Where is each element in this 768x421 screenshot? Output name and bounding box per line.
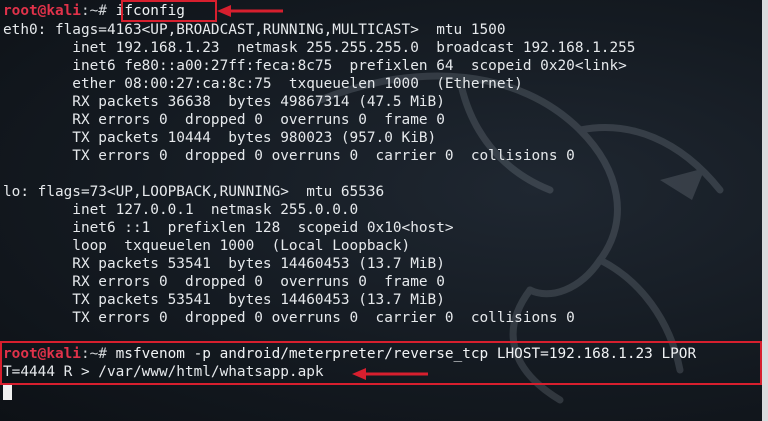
output-line: RX packets 36638 bytes 49867314 (47.5 Mi…: [3, 94, 445, 110]
output-line: TX packets 10444 bytes 980023 (957.0 KiB…: [3, 130, 437, 146]
red-arrow-icon: [352, 368, 428, 380]
output-line: RX errors 0 dropped 0 overruns 0 frame 0: [3, 112, 445, 128]
output-line: lo: flags=73<UP,LOOPBACK,RUNNING> mtu 65…: [3, 184, 385, 200]
output-line: inet6 ::1 prefixlen 128 scopeid 0x10<hos…: [3, 220, 454, 236]
output-line: inet 192.168.1.23 netmask 255.255.255.0 …: [3, 40, 636, 56]
window-edge: [762, 0, 768, 421]
output-line: TX errors 0 dropped 0 overruns 0 carrier…: [3, 148, 575, 164]
output-line: inet 127.0.0.1 netmask 255.0.0.0: [3, 202, 359, 218]
output-line: RX packets 53541 bytes 14460453 (13.7 Mi…: [3, 256, 445, 272]
output-line: inet6 fe80::a00:27ff:feca:8c75 prefixlen…: [3, 58, 627, 74]
output-line: RX errors 0 dropped 0 overruns 0 frame 0: [3, 274, 445, 290]
terminal-window[interactable]: root@kali:~# ifconfig eth0: flags=4163<U…: [0, 0, 762, 421]
output-line: TX packets 53541 bytes 14460453 (13.7 Mi…: [3, 292, 445, 308]
output-line: eth0: flags=4163<UP,BROADCAST,RUNNING,MU…: [3, 22, 506, 38]
terminal-cursor-trail: [3, 394, 12, 400]
output-line: TX errors 0 dropped 0 overruns 0 carrier…: [3, 310, 575, 326]
prompt-path: :~#: [80, 3, 107, 19]
output-line: loop txqueuelen 1000 (Local Loopback): [3, 238, 411, 254]
red-arrow-icon: [217, 5, 283, 17]
prompt-user-host: root@kali: [3, 3, 81, 19]
output-line: ether 08:00:27:ca:8c:75 txqueuelen 1000 …: [3, 76, 523, 92]
ifconfig-highlight-box: [121, 0, 217, 22]
